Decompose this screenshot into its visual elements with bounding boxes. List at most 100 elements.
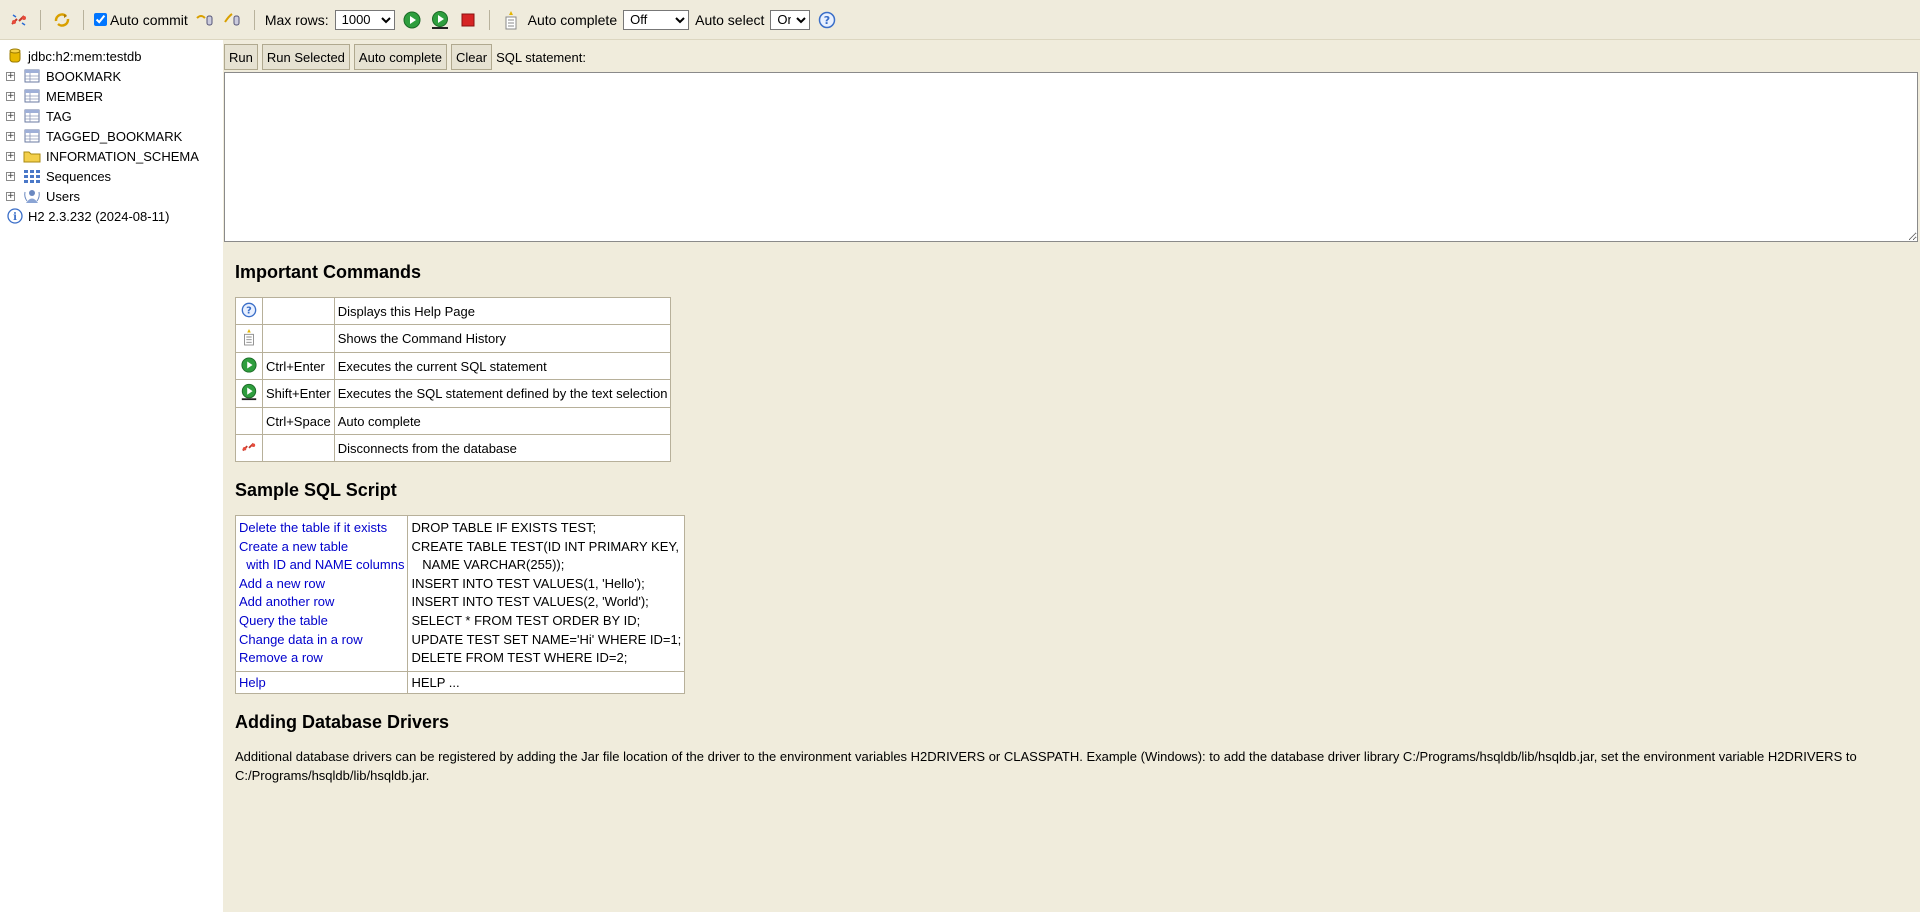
tree-item-information-schema[interactable]: + INFORMATION_SCHEMA xyxy=(0,146,223,166)
run-selected-button[interactable]: Run Selected xyxy=(261,44,350,70)
help-sql: HELP ... xyxy=(411,674,460,690)
expand-icon[interactable]: + xyxy=(6,111,15,121)
max-rows-label: Max rows: xyxy=(264,11,329,28)
commands-table: ? Displays this Help Page Shows the Comman… xyxy=(235,297,672,462)
sample-link[interactable]: with ID and NAME columns xyxy=(239,556,404,575)
help-link[interactable]: Help xyxy=(239,675,266,690)
command-key-cell: Shift+Enter xyxy=(262,379,335,408)
run-button[interactable]: Run xyxy=(224,44,258,70)
refresh-icon[interactable] xyxy=(51,9,73,31)
sample-link[interactable]: Delete the table if it exists xyxy=(239,519,404,538)
table-icon xyxy=(23,68,41,84)
tree-item-label: Sequences xyxy=(46,168,112,184)
table-row: Ctrl+Space Auto complete xyxy=(235,407,672,435)
tree-item-tagged-bookmark[interactable]: + TAGGED_BOOKMARK xyxy=(0,126,223,146)
tree-item-label: TAG xyxy=(46,108,72,124)
auto-select-label: Auto select xyxy=(695,11,765,28)
info-icon: i xyxy=(6,208,24,224)
help-page: Important Commands ? Displays this Help P… xyxy=(234,262,1915,785)
table-row: ? Displays this Help Page xyxy=(235,297,672,325)
command-icon-cell xyxy=(235,407,263,435)
svg-text:?: ? xyxy=(824,14,830,27)
command-desc-cell: Executes the current SQL statement xyxy=(333,352,672,380)
sample-link[interactable]: Create a new table xyxy=(239,538,404,557)
stop-icon[interactable] xyxy=(457,9,479,31)
run-icon[interactable] xyxy=(401,9,423,31)
history-icon xyxy=(241,329,257,349)
tree-item-label: BOOKMARK xyxy=(46,68,122,84)
sequences-icon xyxy=(23,168,41,184)
auto-select-select[interactable]: On xyxy=(770,9,811,30)
command-icon-cell xyxy=(235,434,263,462)
auto-complete-label: Auto complete xyxy=(527,11,618,28)
sample-link[interactable]: Remove a row xyxy=(239,649,404,668)
table-row: Shows the Command History xyxy=(235,324,672,353)
tree-item-sequences[interactable]: + Sequences xyxy=(0,166,223,186)
tree-item-member[interactable]: + MEMBER xyxy=(0,86,223,106)
sample-sql-line: CREATE TABLE TEST(ID INT PRIMARY KEY, xyxy=(411,538,679,554)
command-key-cell xyxy=(262,324,335,353)
tree-item-users[interactable]: + Users xyxy=(0,186,223,206)
connection-label: jdbc:h2:mem:testdb xyxy=(28,48,142,64)
sql-statement-label: SQL statement: xyxy=(496,49,586,65)
command-icon-cell: ? xyxy=(235,297,263,325)
sample-sql-table: Delete the table if it exists Create a ne… xyxy=(234,515,686,694)
auto-complete-select[interactable]: Off xyxy=(623,9,690,30)
sample-link[interactable]: Change data in a row xyxy=(239,631,404,650)
disconnect-icon[interactable] xyxy=(8,9,30,31)
help-link-cell: Help xyxy=(234,670,409,694)
run-selected-icon[interactable] xyxy=(429,9,451,31)
adding-drivers-heading: Adding Database Drivers xyxy=(235,711,450,732)
command-key-cell xyxy=(262,434,335,462)
command-desc-cell: Auto complete xyxy=(333,407,672,435)
expand-icon[interactable]: + xyxy=(6,171,15,181)
command-icon-cell xyxy=(235,352,263,380)
table-row: Disconnects from the database xyxy=(235,434,672,462)
help-icon[interactable]: ? xyxy=(816,9,838,31)
tree-connection[interactable]: jdbc:h2:mem:testdb xyxy=(0,46,223,66)
table-row: Ctrl+Enter Executes the current SQL state… xyxy=(235,352,672,380)
sample-sql-line: INSERT INTO TEST VALUES(1, 'Hello'); xyxy=(411,575,645,591)
tree-item-bookmark[interactable]: + BOOKMARK xyxy=(0,66,223,86)
important-commands-heading: Important Commands xyxy=(235,262,422,282)
sample-sql-line: DELETE FROM TEST WHERE ID=2; xyxy=(411,650,628,666)
auto-commit-checkbox[interactable] xyxy=(94,13,107,26)
main-panel: Run Run Selected Auto complete Clear SQL… xyxy=(223,40,1920,912)
sql-input[interactable] xyxy=(224,72,1918,242)
command-key-cell: Ctrl+Space xyxy=(262,407,335,435)
run-selected-icon xyxy=(240,383,258,404)
sample-sql-line: SELECT * FROM TEST ORDER BY ID; xyxy=(411,612,641,628)
version-label: H2 2.3.232 (2024-08-11) xyxy=(28,208,170,224)
toolbar-separator xyxy=(83,9,84,30)
object-tree: jdbc:h2:mem:testdb + BOOKMARK + MEMBER + TAG +… xyxy=(0,40,223,912)
run-icon xyxy=(241,356,257,376)
sample-sql-line: NAME VARCHAR(255)); xyxy=(411,557,565,573)
rollback-icon[interactable] xyxy=(222,9,244,31)
sample-link[interactable]: Add a new row xyxy=(239,575,404,594)
table-icon xyxy=(23,108,41,124)
sample-link[interactable]: Add another row xyxy=(239,593,404,612)
clear-button[interactable]: Clear xyxy=(451,44,493,70)
expand-icon[interactable]: + xyxy=(6,131,15,141)
sample-sql-line: DROP TABLE IF EXISTS TEST; xyxy=(411,520,597,535)
toolbar-separator xyxy=(40,9,41,30)
history-icon[interactable] xyxy=(500,9,522,31)
tree-item-label: TAGGED_BOOKMARK xyxy=(46,128,183,144)
sample-link[interactable]: Query the table xyxy=(239,612,404,631)
command-desc-cell: Shows the Command History xyxy=(333,324,672,353)
table-row: Delete the table if it exists Create a ne… xyxy=(234,515,686,672)
tree-item-tag[interactable]: + TAG xyxy=(0,106,223,126)
sample-sql-heading: Sample SQL Script xyxy=(235,480,397,500)
expand-icon[interactable]: + xyxy=(6,91,15,101)
command-key-cell: Ctrl+Enter xyxy=(262,352,335,380)
sample-sql-line: UPDATE TEST SET NAME='Hi' WHERE ID=1; xyxy=(411,631,682,647)
auto-complete-button[interactable]: Auto complete xyxy=(353,44,448,70)
expand-icon[interactable]: + xyxy=(6,191,15,201)
max-rows-select[interactable]: 1000 xyxy=(334,9,395,30)
users-icon xyxy=(23,188,41,204)
commit-icon[interactable] xyxy=(194,9,216,31)
expand-icon[interactable]: + xyxy=(6,71,15,81)
expand-icon[interactable]: + xyxy=(6,151,15,161)
auto-commit-toggle[interactable]: Auto commit xyxy=(94,12,188,28)
svg-text:i: i xyxy=(13,212,17,223)
